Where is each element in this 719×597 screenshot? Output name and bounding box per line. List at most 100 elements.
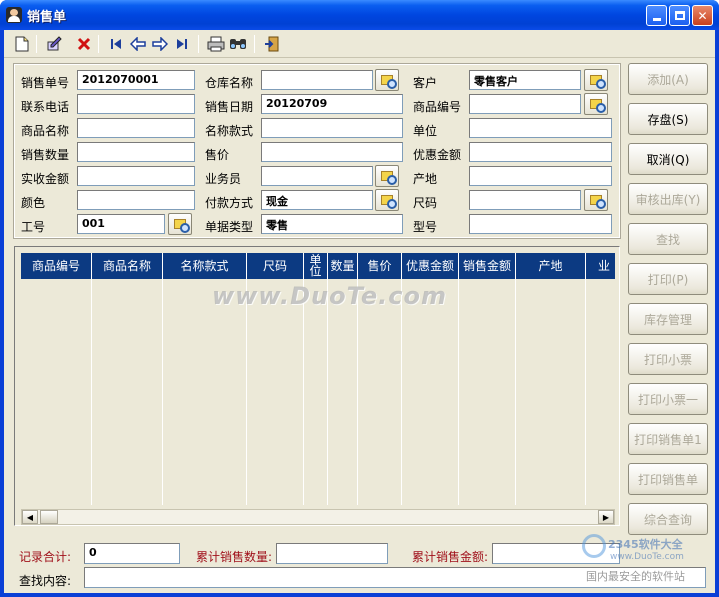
col-discount[interactable]: 优惠金额 (402, 253, 459, 279)
col-origin[interactable]: 产地 (516, 253, 586, 279)
title-bar[interactable]: 销售单 ✕ (0, 0, 719, 30)
salesman-lookup-button[interactable] (375, 165, 399, 187)
total-qty-field[interactable] (276, 543, 388, 564)
size-lookup-button[interactable] (584, 189, 608, 211)
order-no-label: 销售单号 (21, 76, 70, 90)
new-icon[interactable] (12, 34, 32, 54)
scroll-thumb[interactable] (40, 510, 58, 524)
print-receipt-one-button[interactable]: 打印小票一 (628, 383, 708, 415)
unit-label: 单位 (413, 124, 438, 138)
find-button[interactable]: 查找 (628, 223, 708, 255)
order-form: 销售单号 2012070001 仓库名称 客户 零售客户 联系电话 销售日期 2… (13, 63, 621, 239)
col-unit[interactable]: 单 位 (304, 253, 328, 279)
order-no-field[interactable]: 2012070001 (77, 70, 195, 90)
style-label: 名称款式 (205, 124, 254, 138)
salesman-field[interactable] (261, 166, 373, 186)
inventory-button[interactable]: 库存管理 (628, 303, 708, 335)
cancel-button[interactable]: 取消(Q) (628, 143, 708, 175)
grid-column-line (162, 279, 163, 505)
grid-column-line (515, 279, 516, 505)
scroll-left-button[interactable]: ◀ (22, 510, 38, 524)
payment-label: 付款方式 (205, 196, 254, 210)
price-label: 售价 (205, 148, 230, 162)
size-field[interactable] (469, 190, 581, 210)
grid-column-line (458, 279, 459, 505)
customer-field[interactable]: 零售客户 (469, 70, 581, 90)
add-button[interactable]: 添加(A) (628, 63, 708, 95)
watermark-url: www.DuoTe.com (610, 552, 684, 562)
warehouse-label: 仓库名称 (205, 76, 254, 90)
toolbar (4, 30, 715, 58)
date-field[interactable]: 20120709 (261, 94, 403, 114)
save-button[interactable]: 存盘(S) (628, 103, 708, 135)
close-button[interactable]: ✕ (692, 5, 713, 26)
warehouse-field[interactable] (261, 70, 373, 90)
payment-field[interactable]: 现金 (261, 190, 373, 210)
col-price[interactable]: 售价 (358, 253, 402, 279)
print-button[interactable]: 打印(P) (628, 263, 708, 295)
staff-no-label: 工号 (21, 220, 46, 234)
grid-column-line (91, 279, 92, 505)
qty-label: 销售数量 (21, 148, 70, 162)
exit-icon[interactable] (262, 34, 282, 54)
user-icon (6, 7, 22, 23)
col-sales-amount[interactable]: 销售金额 (459, 253, 516, 279)
print-sales-order-1-button[interactable]: 打印销售单1 (628, 423, 708, 455)
lookup-icon (381, 75, 397, 89)
doc-type-field[interactable]: 零售 (261, 214, 403, 234)
model-field[interactable] (469, 214, 612, 234)
client-area: 销售单号 2012070001 仓库名称 客户 零售客户 联系电话 销售日期 2… (4, 30, 715, 593)
product-name-field[interactable] (77, 118, 195, 138)
origin-label: 产地 (413, 172, 438, 186)
last-icon[interactable] (172, 34, 192, 54)
origin-field[interactable] (469, 166, 612, 186)
horizontal-scrollbar[interactable]: ◀ ▶ (21, 509, 615, 525)
color-field[interactable] (77, 190, 195, 210)
unit-field[interactable] (469, 118, 612, 138)
staff-no-field[interactable]: 001 (77, 214, 165, 234)
record-total-field[interactable]: 0 (84, 543, 180, 564)
lookup-icon (590, 99, 606, 113)
window-title: 销售单 (27, 10, 67, 25)
minimize-button[interactable] (646, 5, 667, 26)
grid-column-line (585, 279, 586, 505)
print-receipt-button[interactable]: 打印小票 (628, 343, 708, 375)
watermark-slogan: 国内最安全的软件站 (586, 570, 685, 583)
maximize-button[interactable] (669, 5, 690, 26)
next-icon[interactable] (150, 34, 170, 54)
product-lookup-button[interactable] (584, 93, 608, 115)
style-field[interactable] (261, 118, 403, 138)
discount-field[interactable] (469, 142, 612, 162)
total-amount-label: 累计销售金额: (412, 550, 489, 564)
col-size[interactable]: 尺码 (247, 253, 304, 279)
col-style[interactable]: 名称款式 (163, 253, 247, 279)
payment-lookup-button[interactable] (375, 189, 399, 211)
lookup-icon (381, 195, 397, 209)
phone-field[interactable] (77, 94, 195, 114)
qty-field[interactable] (77, 142, 195, 162)
price-field[interactable] (261, 142, 403, 162)
first-icon[interactable] (106, 34, 126, 54)
warehouse-lookup-button[interactable] (375, 69, 399, 91)
toolbar-separator (98, 35, 99, 53)
print-icon[interactable] (206, 34, 226, 54)
prev-icon[interactable] (128, 34, 148, 54)
received-field[interactable] (77, 166, 195, 186)
find-icon[interactable] (228, 34, 248, 54)
lookup-icon (590, 195, 606, 209)
col-product-name[interactable]: 商品名称 (92, 253, 163, 279)
customer-lookup-button[interactable] (584, 69, 608, 91)
doc-type-label: 单据类型 (205, 220, 254, 234)
product-code-field[interactable] (469, 94, 581, 114)
col-product-code[interactable]: 商品编号 (21, 253, 92, 279)
approve-outbound-button[interactable]: 审核出库(Y) (628, 183, 708, 215)
scroll-right-button[interactable]: ▶ (598, 510, 614, 524)
col-qty[interactable]: 数量 (328, 253, 358, 279)
total-qty-label: 累计销售数量: (196, 550, 273, 564)
col-salesman-partial[interactable]: 业 (586, 253, 615, 279)
search-label: 查找内容: (19, 574, 72, 588)
staff-lookup-button[interactable] (168, 213, 192, 235)
delete-icon[interactable] (74, 34, 94, 54)
print-sales-order-button[interactable]: 打印销售单 (628, 463, 708, 495)
edit-icon[interactable] (44, 34, 64, 54)
